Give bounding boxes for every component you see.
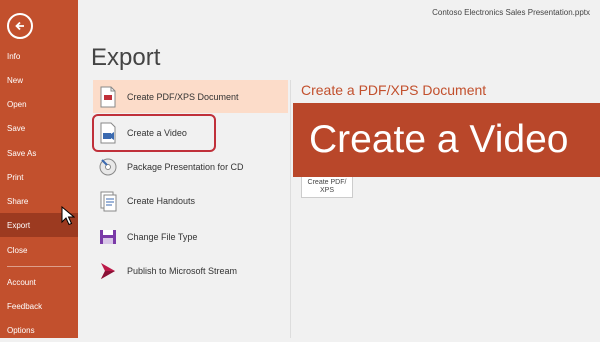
sidebar-divider (7, 266, 71, 267)
sidebar-item-close[interactable]: Close (0, 238, 78, 262)
export-option-handouts[interactable]: Create Handouts (93, 184, 288, 217)
sidebar-item-feedback[interactable]: Feedback (0, 294, 78, 318)
create-video-highlight (92, 114, 216, 152)
sidebar-item-info[interactable]: Info (0, 44, 78, 68)
export-option-label: Package Presentation for CD (127, 161, 244, 172)
mouse-pointer-icon (61, 206, 75, 226)
sidebar-item-print[interactable]: Print (0, 165, 78, 189)
detail-title: Create a PDF/XPS Document (301, 82, 487, 98)
create-pdf-button-line1: Create PDF/ (307, 179, 347, 186)
export-option-label: Publish to Microsoft Stream (127, 265, 238, 276)
export-option-label: Create PDF/XPS Document (127, 91, 239, 102)
backstage-sidebar: Info New Open Save Save As Print Share E… (0, 0, 78, 338)
export-option-label: Create Handouts (127, 195, 196, 206)
export-option-package-cd[interactable]: Package Presentation for CD (93, 150, 288, 183)
export-option-change-file-type[interactable]: Change File Type (93, 220, 288, 253)
video-title-banner: Create a Video (293, 103, 600, 177)
sidebar-item-options[interactable]: Options (0, 318, 78, 342)
create-pdf-xps-button[interactable]: Create PDF/ XPS (301, 177, 353, 198)
document-title: Contoso Electronics Sales Presentation.p… (432, 8, 590, 17)
sidebar-item-save-as[interactable]: Save As (0, 141, 78, 165)
page-title: Export (91, 44, 161, 71)
handouts-icon (96, 189, 120, 213)
create-pdf-button-line2: XPS (319, 187, 334, 194)
pane-divider (290, 80, 291, 338)
sidebar-item-account[interactable]: Account (0, 270, 78, 294)
sidebar-item-save[interactable]: Save (0, 116, 78, 140)
export-option-publish-stream[interactable]: Publish to Microsoft Stream (93, 254, 288, 287)
back-arrow-icon (15, 21, 24, 31)
export-option-label: Change File Type (127, 231, 198, 242)
stream-icon (96, 259, 120, 283)
export-option-create-pdf[interactable]: Create PDF/XPS Document (93, 80, 288, 113)
pdf-document-icon (96, 85, 120, 109)
cd-icon (96, 155, 120, 179)
sidebar-item-open[interactable]: Open (0, 92, 78, 116)
sidebar-item-new[interactable]: New (0, 68, 78, 92)
file-type-icon (96, 225, 120, 249)
back-button[interactable] (7, 13, 33, 39)
